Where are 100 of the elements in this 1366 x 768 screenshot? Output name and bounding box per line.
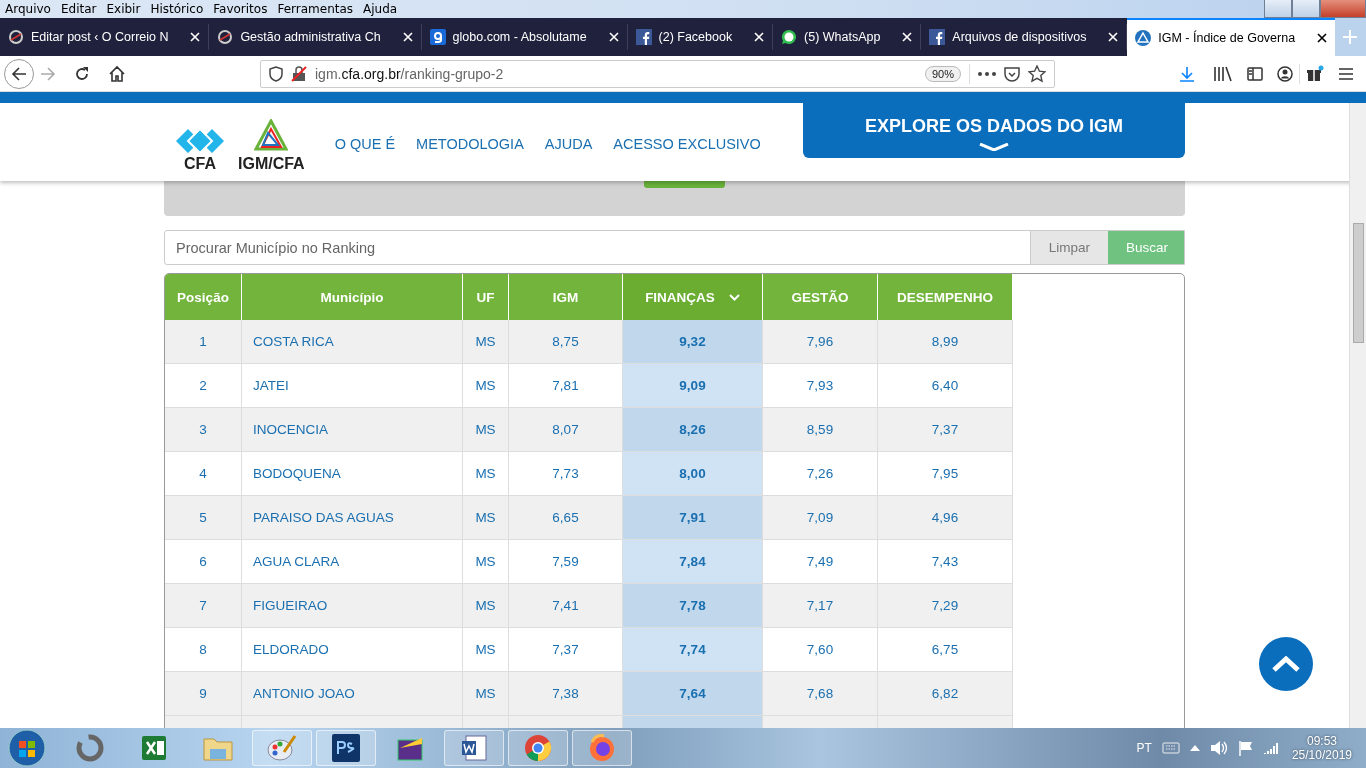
table-cell: 3 — [165, 407, 242, 452]
flag-icon[interactable] — [1237, 740, 1254, 756]
browser-tab[interactable]: (5) WhatsApp — [773, 24, 922, 50]
table-cell: 7,26 — [762, 451, 878, 496]
gift-icon[interactable] — [1306, 64, 1324, 83]
ring-app-icon[interactable] — [75, 733, 105, 763]
more-dots-icon[interactable] — [978, 71, 996, 76]
explore-button[interactable]: EXPLORE OS DADOS DO IGM — [803, 103, 1185, 158]
table-cell: INOCENCIA — [241, 407, 463, 452]
table-cell: 7,96 — [762, 320, 878, 364]
pocket-icon[interactable] — [1004, 65, 1020, 82]
scrollbar[interactable] — [1349, 103, 1366, 728]
menu-item[interactable]: Favoritos — [208, 2, 273, 16]
table-cell: MS — [462, 320, 509, 364]
browser-tab[interactable]: Editar post ‹ O Correio N — [0, 24, 210, 50]
chevron-down-icon — [979, 143, 1009, 151]
close-tab-icon[interactable] — [1316, 33, 1327, 43]
table-cell: 8 — [165, 627, 242, 672]
sidebar-icon[interactable] — [1247, 65, 1263, 82]
table-cell: FIGUEIRAO — [241, 583, 463, 628]
menu-item[interactable]: Editar — [55, 2, 102, 16]
start-orb-icon[interactable] — [8, 729, 46, 767]
table-cell: 7,73 — [508, 451, 623, 496]
table-cell: 6,40 — [877, 363, 1013, 408]
column-header[interactable]: FINANÇAS — [622, 274, 763, 320]
chrome-browser-icon[interactable] — [524, 734, 552, 762]
up-arrow-icon[interactable] — [1189, 745, 1200, 751]
chevron-down-icon — [728, 293, 740, 301]
table-cell: 7,68 — [762, 671, 878, 716]
table-cell: 7,59 — [508, 539, 623, 584]
table-cell: 7,49 — [762, 539, 878, 584]
table-cell: 7,81 — [508, 363, 623, 408]
table-cell: 6,82 — [877, 671, 1013, 716]
home-icon[interactable] — [108, 64, 126, 83]
document-app-icon[interactable] — [460, 734, 488, 762]
library-icon[interactable] — [1213, 65, 1233, 82]
table-cell: 7,38 — [508, 671, 623, 716]
table-cell: 6,75 — [877, 627, 1013, 672]
crossed-lock-icon — [291, 65, 307, 82]
menu-item[interactable]: Ajuda — [358, 2, 403, 16]
back-arrow-icon — [11, 65, 27, 82]
table-cell: 2 — [165, 363, 242, 408]
menu-item[interactable]: Histórico — [145, 2, 209, 16]
table-cell: 4,96 — [877, 495, 1013, 540]
url-text: igm.cfa.org.br/ranking-grupo-2 — [315, 65, 505, 82]
diamond-logo-icon — [176, 129, 224, 153]
table-cell: 6 — [165, 539, 242, 584]
table-cell: 9,09 — [622, 363, 763, 408]
table-cell: 7,17 — [762, 583, 878, 628]
triangle-logo-icon — [1135, 30, 1152, 46]
scroll-to-top-button[interactable] — [1259, 637, 1313, 691]
account-icon[interactable] — [1277, 65, 1293, 82]
table-cell: 8,59 — [762, 407, 878, 452]
address-field[interactable]: igm.cfa.org.br/ranking-grupo-2 90% — [260, 59, 1055, 88]
table-cell: 7,91 — [622, 495, 763, 540]
reload-icon[interactable] — [74, 65, 90, 82]
minimize-button[interactable] — [1264, 0, 1292, 18]
ps-app-icon[interactable] — [332, 734, 360, 762]
nav-link[interactable]: ACESSO EXCLUSIVO — [613, 136, 761, 152]
swirl-logo-icon — [8, 29, 24, 45]
table-cell: 7,37 — [508, 627, 623, 672]
search-field[interactable]: Procurar Município no Ranking Limpar Buscar — [164, 230, 1185, 265]
table-cell: 7,09 — [762, 495, 878, 540]
restore-button[interactable] — [1292, 0, 1320, 18]
browser-tab[interactable]: Arquivos de dispositivos — [921, 24, 1128, 50]
nav-link[interactable]: AJUDA — [544, 136, 593, 152]
speaker-icon[interactable] — [1209, 740, 1228, 756]
star-icon[interactable] — [1028, 64, 1046, 83]
table-cell: 7,29 — [877, 583, 1013, 628]
clear-button[interactable]: Limpar — [1029, 231, 1108, 264]
download-icon[interactable] — [1179, 65, 1195, 82]
zoom-level[interactable]: 90% — [924, 65, 961, 82]
table-cell: 8,99 — [877, 320, 1013, 364]
table-cell: MS — [462, 627, 509, 672]
table-cell: 7,93 — [762, 363, 878, 408]
menu-item[interactable]: Arquivo — [0, 2, 56, 16]
browser-tab[interactable]: (2) Facebook — [627, 24, 774, 50]
menu-item[interactable]: Exibir — [101, 2, 146, 16]
table-cell: MS — [462, 363, 509, 408]
browser-tab[interactable]: IGM - Índice de Governa — [1127, 18, 1335, 56]
browser-tab[interactable]: Gestão administrativa Ch — [209, 24, 422, 50]
table-cell: 8,00 — [622, 451, 763, 496]
table-cell: 7,64 — [622, 671, 763, 716]
table-cell: 7,78 — [622, 583, 763, 628]
menu-icon[interactable] — [1338, 66, 1354, 81]
browser-tab[interactable]: globo.com - Absolutame — [421, 24, 628, 50]
spreadsheet-app-icon[interactable] — [140, 734, 168, 762]
nav-link[interactable]: O QUE É — [334, 136, 396, 152]
menu-item[interactable]: Ferramentas — [272, 2, 359, 16]
logo-text: CFA — [184, 155, 216, 173]
language-indicator[interactable]: PT — [1136, 741, 1152, 755]
chevron-up-icon — [1272, 656, 1300, 672]
nav-link[interactable]: METODOLOGIA — [416, 136, 524, 152]
paint-palette-icon[interactable] — [267, 734, 297, 762]
table-cell: 1 — [165, 320, 242, 364]
firefox-browser-icon[interactable] — [588, 734, 616, 762]
signal-bars-icon[interactable] — [1263, 741, 1280, 755]
chat-bubble-icon — [781, 29, 798, 45]
table-cell: 4 — [165, 451, 242, 496]
table-cell: MS — [462, 495, 509, 540]
